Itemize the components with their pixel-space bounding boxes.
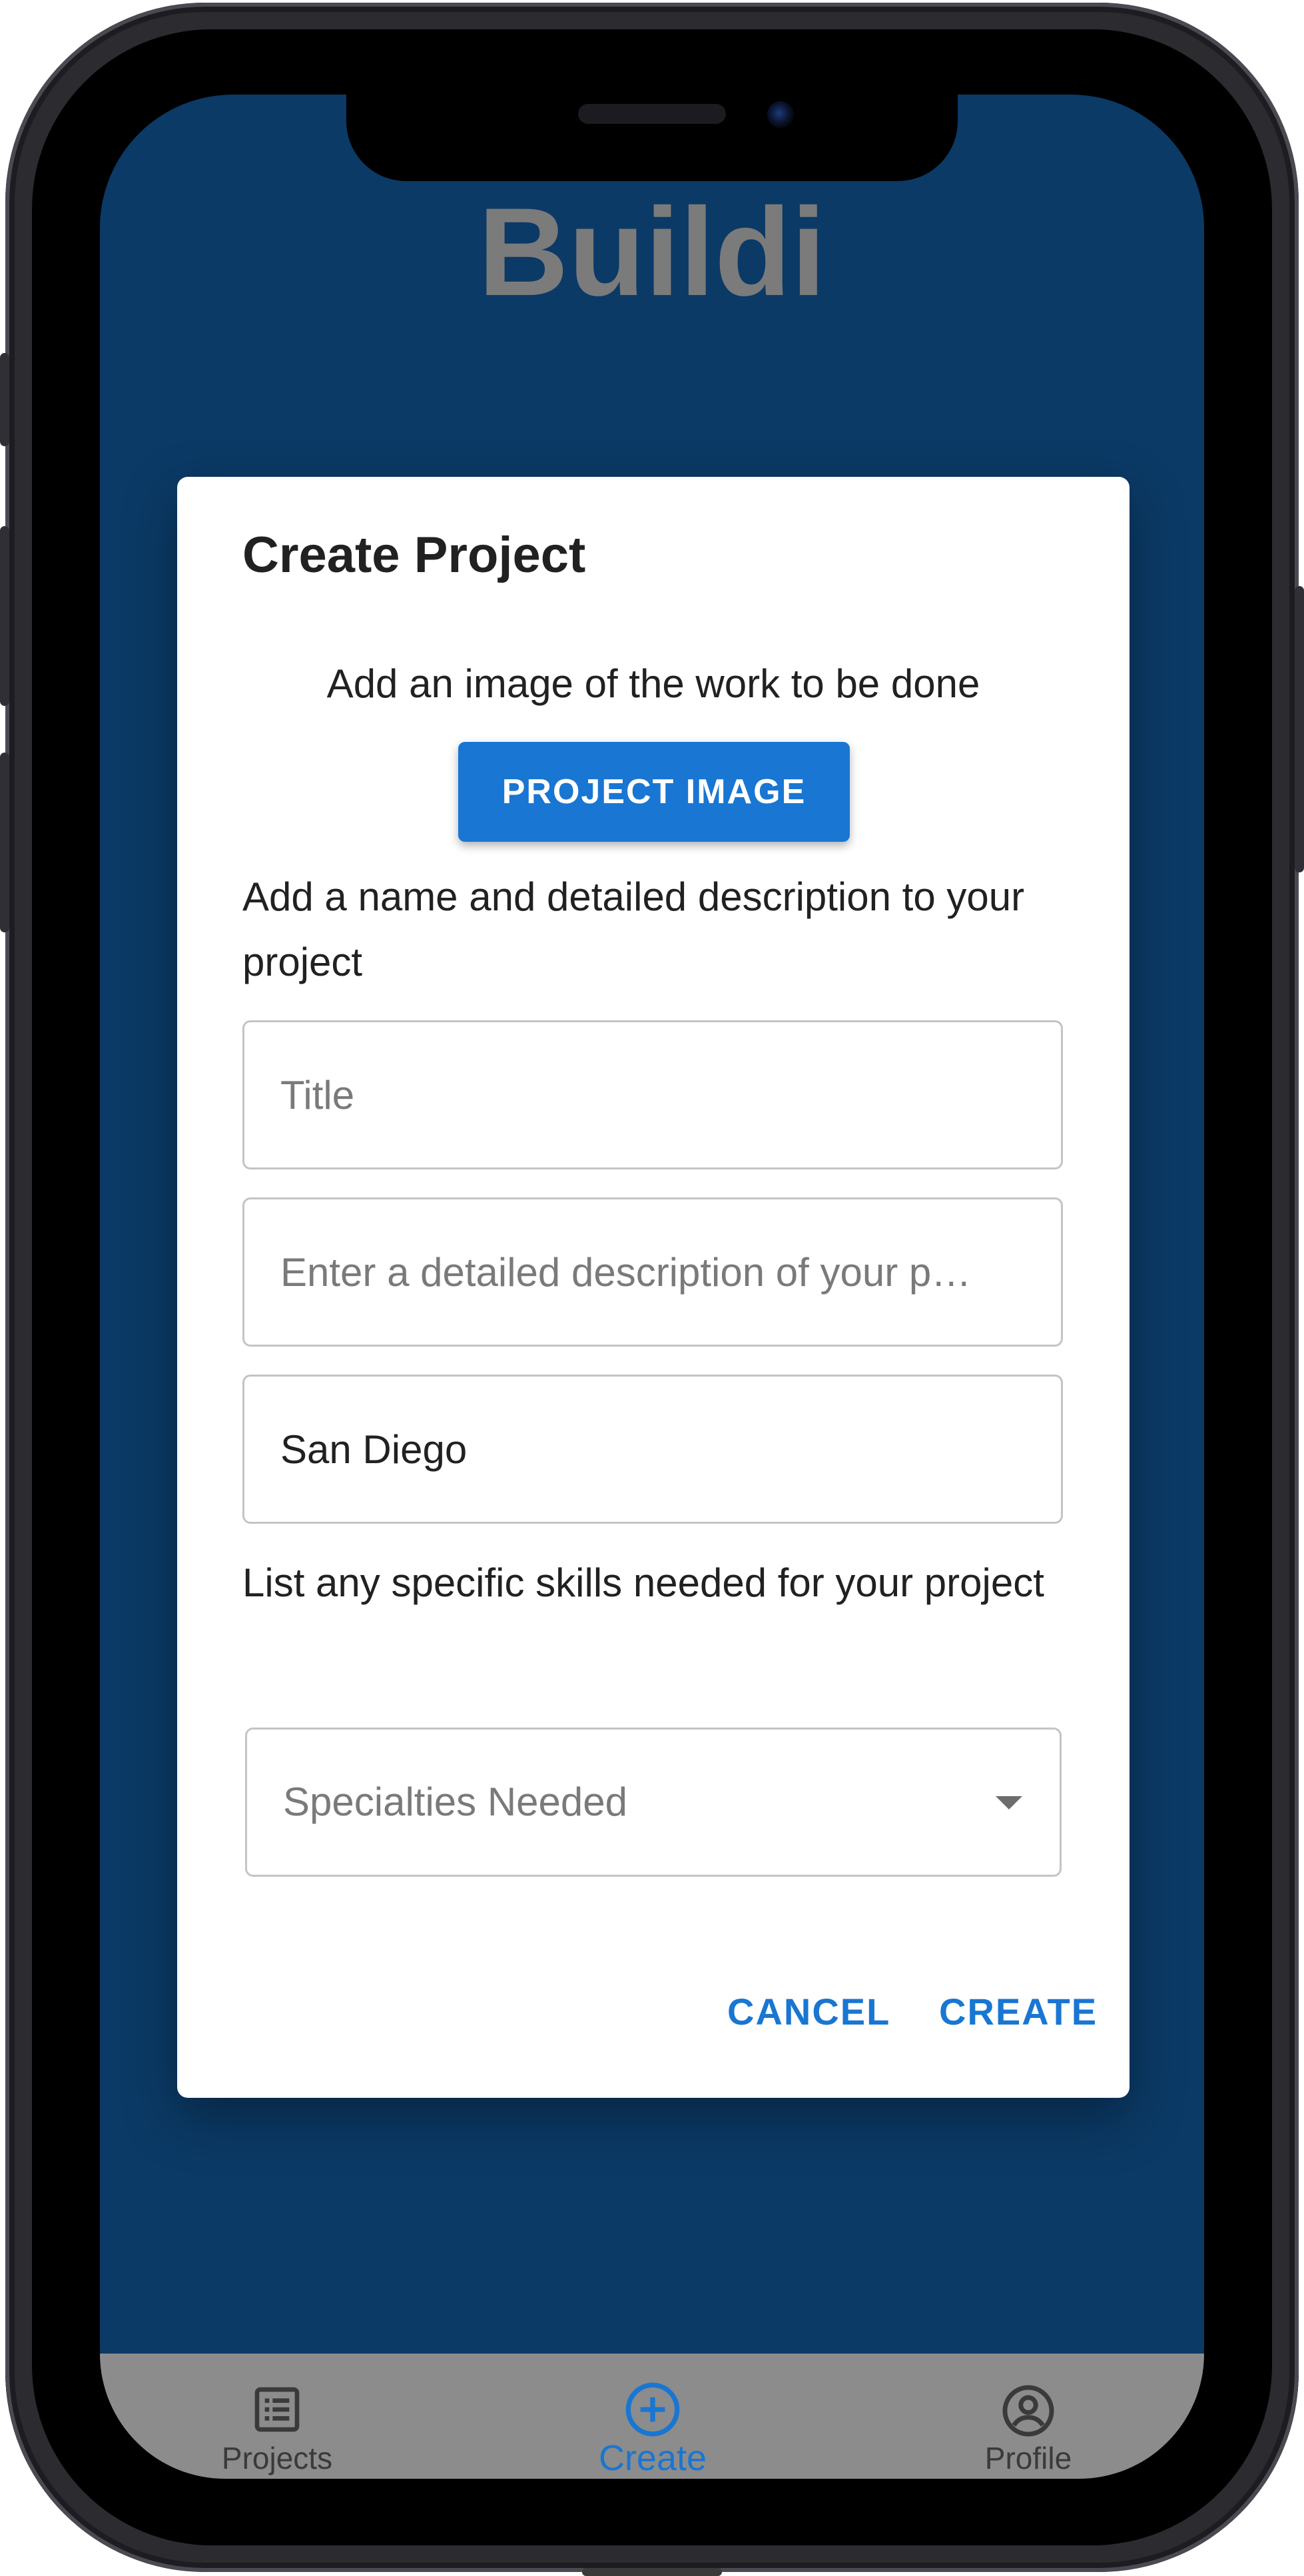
location-input[interactable] xyxy=(242,1375,1063,1524)
dialog-title: Create Project xyxy=(242,527,586,583)
title-input[interactable] xyxy=(242,1020,1063,1169)
bottom-navigation: Projects Create Profile xyxy=(100,2354,1204,2479)
power-button xyxy=(1295,586,1304,872)
mute-switch xyxy=(0,353,9,446)
add-circle-icon xyxy=(625,2382,680,2437)
app-title: Buildi xyxy=(478,182,826,322)
create-project-dialog: Create Project Add an image of the work … xyxy=(177,477,1130,2098)
list-icon xyxy=(254,2387,300,2432)
skills-prompt: List any specific skills needed for your… xyxy=(242,1560,1044,1605)
volume-down-button xyxy=(0,753,9,932)
specialties-select[interactable]: Specialties Needed xyxy=(245,1728,1062,1877)
name-description-prompt: Add a name and detailed description to y… xyxy=(242,874,1025,984)
specialties-select-label: Specialties Needed xyxy=(283,1779,628,1824)
nav-item-projects[interactable]: Projects xyxy=(144,2354,410,2479)
nav-label-projects: Projects xyxy=(221,2441,333,2475)
image-prompt: Add an image of the work to be done xyxy=(326,661,980,706)
cancel-button[interactable]: CANCEL xyxy=(721,1978,897,2045)
description-input[interactable] xyxy=(242,1197,1063,1347)
device-stage: Buildi Create Project Add an image of th… xyxy=(0,0,1304,2576)
front-camera-icon xyxy=(767,101,794,128)
nav-item-create[interactable]: Create xyxy=(519,2354,786,2479)
nav-label-create: Create xyxy=(598,2438,707,2478)
home-indicator xyxy=(582,2568,722,2576)
caret-down-icon xyxy=(996,1796,1022,1809)
create-button[interactable]: CREATE xyxy=(932,1978,1104,2045)
nav-label-profile: Profile xyxy=(984,2441,1072,2475)
speaker-grille xyxy=(578,104,726,124)
volume-up-button xyxy=(0,526,9,706)
project-image-button[interactable]: PROJECT IMAGE xyxy=(458,742,850,842)
account-circle-icon xyxy=(1002,2385,1054,2437)
nav-item-profile[interactable]: Profile xyxy=(895,2354,1161,2479)
